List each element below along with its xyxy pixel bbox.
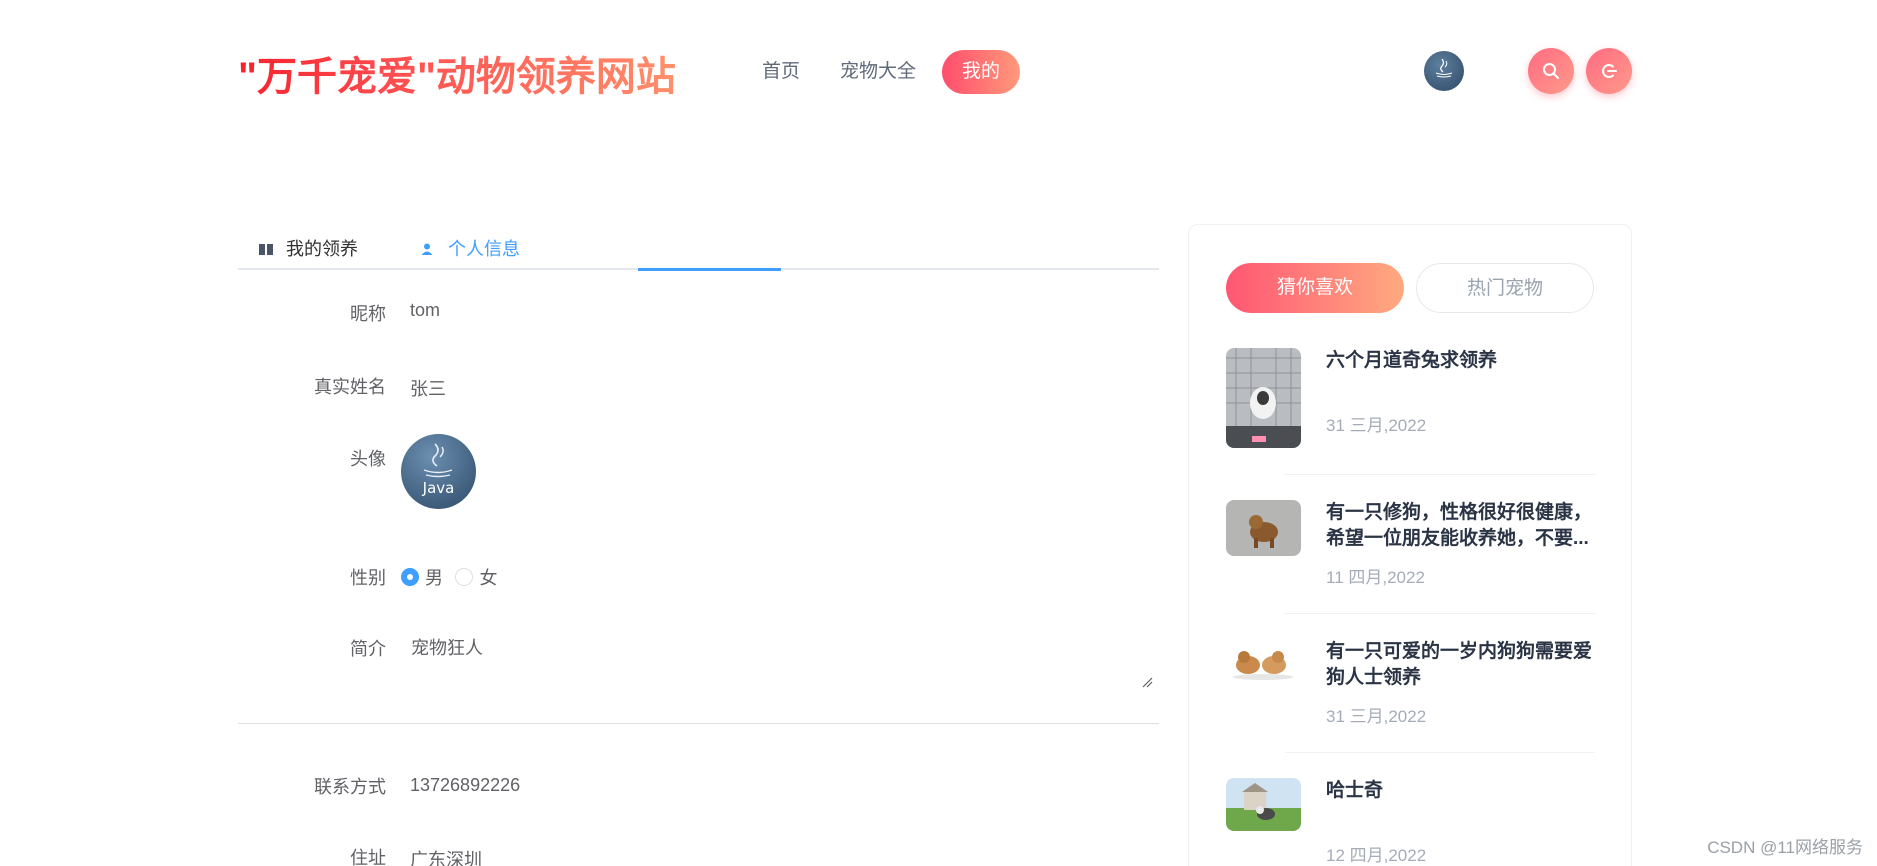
- pet-thumbnail: [1226, 348, 1301, 448]
- tab-personal-info[interactable]: 个人信息: [420, 228, 520, 270]
- realname-input[interactable]: 张三: [410, 375, 446, 401]
- list-item[interactable]: 有一只可爱的一岁内狗狗需要爱狗人士领养 31 三月,2022: [1226, 639, 1594, 729]
- pet-date: 11 四月,2022: [1326, 568, 1425, 587]
- form-divider: [238, 723, 1159, 724]
- book-icon: [259, 244, 273, 255]
- realname-label: 真实姓名: [314, 377, 386, 397]
- pet-date: 31 三月,2022: [1326, 416, 1427, 435]
- pet-thumbnail: [1226, 778, 1301, 831]
- address-label: 住址: [350, 848, 386, 866]
- intro-label: 简介: [350, 639, 386, 659]
- intro-text: 宠物狂人: [411, 638, 483, 658]
- list-divider: [1285, 613, 1595, 614]
- logout-icon: [1602, 64, 1617, 78]
- site-logo[interactable]: "万千宠爱"动物领养网站: [238, 44, 676, 102]
- list-item[interactable]: 有一只修狗，性格很好很健康，希望一位朋友能收养她，不要... 11 四月,202…: [1226, 500, 1594, 590]
- profile-tabs: 我的领养 个人信息: [238, 228, 1159, 271]
- logout-button[interactable]: [1586, 48, 1632, 94]
- gender-female-label: 女: [479, 568, 498, 588]
- java-logo-icon: [1435, 58, 1453, 78]
- tab-active-indicator: [638, 268, 781, 271]
- puppies-image: [1226, 639, 1301, 684]
- dog-image: [1226, 500, 1301, 556]
- java-logo-icon: Java: [422, 443, 455, 497]
- resize-handle-icon[interactable]: [1141, 676, 1153, 688]
- pet-date: 31 三月,2022: [1326, 707, 1427, 726]
- pet-date: 12 四月,2022: [1326, 846, 1427, 865]
- pet-title[interactable]: 有一只可爱的一岁内狗狗需要爱狗人士领养: [1326, 639, 1594, 691]
- search-icon: [1543, 63, 1559, 79]
- rabbit-image: [1226, 348, 1301, 448]
- tab-my-adoptions[interactable]: 我的领养: [258, 228, 358, 270]
- pet-title[interactable]: 哈士奇: [1326, 778, 1594, 804]
- intro-textarea[interactable]: 宠物狂人: [401, 626, 1157, 692]
- gender-label: 性别: [350, 568, 386, 588]
- main-nav: 首页 宠物大全 我的: [742, 50, 1021, 94]
- watermark: CSDN @11网络服务: [1707, 838, 1863, 857]
- address-input[interactable]: 广东深圳: [410, 846, 482, 866]
- husky-image: [1226, 778, 1301, 831]
- profile-avatar-upload[interactable]: Java: [401, 434, 476, 509]
- tab-hot-pets[interactable]: 热门宠物: [1416, 263, 1594, 313]
- tab-guess-you-like[interactable]: 猜你喜欢: [1226, 263, 1404, 313]
- pet-thumbnail: [1226, 500, 1301, 556]
- list-item[interactable]: 六个月道奇兔求领养 31 三月,2022: [1226, 348, 1594, 448]
- contact-input[interactable]: 13726892226: [410, 775, 520, 796]
- list-divider: [1285, 752, 1595, 753]
- gender-female-radio[interactable]: 女: [455, 564, 497, 590]
- tab-personal-info-label: 个人信息: [448, 239, 520, 259]
- user-avatar[interactable]: [1424, 51, 1464, 91]
- list-item[interactable]: 哈士奇 12 四月,2022: [1226, 778, 1594, 866]
- nav-home[interactable]: 首页: [742, 50, 820, 94]
- tab-my-adoptions-label: 我的领养: [286, 239, 358, 259]
- radio-checked-icon: [401, 568, 419, 586]
- gender-male-label: 男: [425, 568, 443, 588]
- avatar-text: Java: [422, 479, 455, 497]
- pet-title[interactable]: 有一只修狗，性格很好很健康，希望一位朋友能收养她，不要...: [1326, 500, 1594, 552]
- pet-thumbnail: [1226, 639, 1301, 684]
- nav-mine[interactable]: 我的: [942, 50, 1021, 94]
- nickname-label: 昵称: [350, 304, 386, 324]
- nickname-input[interactable]: tom: [410, 300, 440, 321]
- contact-label: 联系方式: [314, 777, 386, 797]
- list-divider: [1285, 474, 1595, 475]
- gender-male-radio[interactable]: 男: [401, 564, 443, 590]
- pet-title[interactable]: 六个月道奇兔求领养: [1326, 348, 1594, 374]
- search-button[interactable]: [1528, 48, 1574, 94]
- nav-pets[interactable]: 宠物大全: [820, 50, 936, 94]
- avatar-label: 头像: [350, 449, 386, 469]
- user-icon: [421, 243, 433, 255]
- radio-unchecked-icon: [455, 568, 474, 586]
- gender-radio-group: 男 女: [401, 564, 505, 591]
